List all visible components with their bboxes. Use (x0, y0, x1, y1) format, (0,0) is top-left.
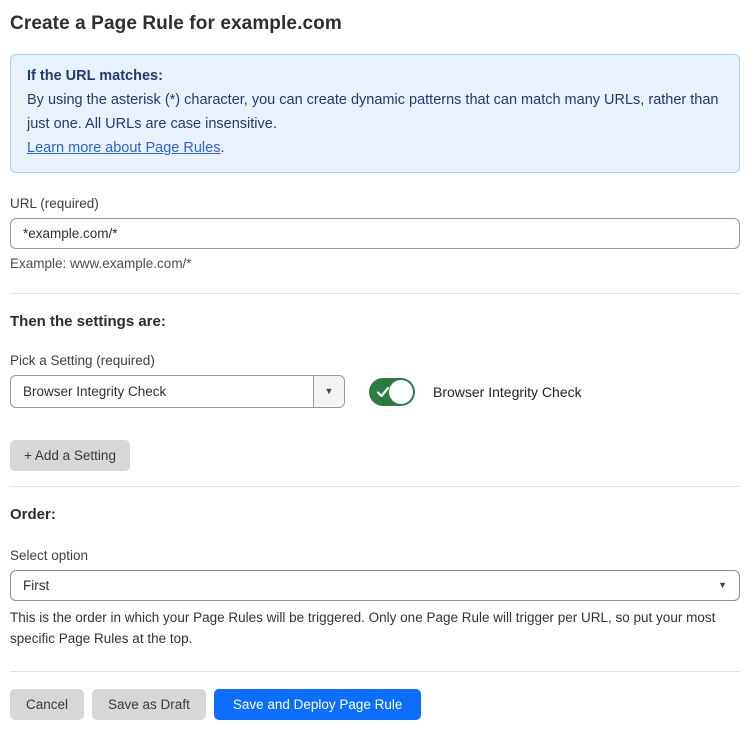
pick-setting-label: Pick a Setting (required) (10, 353, 740, 368)
order-select[interactable]: First ▼ (10, 570, 740, 601)
toggle-knob (389, 380, 413, 404)
order-select-label: Select option (10, 548, 740, 563)
setting-select-value: Browser Integrity Check (11, 376, 313, 407)
info-box-heading: If the URL matches: (27, 64, 723, 88)
order-select-value: First (11, 578, 718, 593)
save-draft-button[interactable]: Save as Draft (92, 689, 206, 720)
cancel-button[interactable]: Cancel (10, 689, 84, 720)
browser-integrity-toggle[interactable] (369, 378, 415, 406)
learn-more-link[interactable]: Learn more about Page Rules (27, 140, 220, 156)
divider (10, 293, 740, 294)
setting-row: Browser Integrity Check ▼ Browser Integr… (10, 375, 740, 408)
divider (10, 486, 740, 487)
link-suffix: . (220, 140, 224, 156)
info-box-link-line: Learn more about Page Rules. (27, 136, 723, 160)
check-icon (377, 386, 389, 398)
order-section-heading: Order: (10, 506, 740, 523)
page-title: Create a Page Rule for example.com (10, 13, 740, 35)
add-setting-button[interactable]: + Add a Setting (10, 440, 130, 471)
order-help-text: This is the order in which your Page Rul… (10, 607, 734, 649)
setting-select-arrow-button[interactable]: ▼ (313, 376, 344, 407)
url-input[interactable] (10, 218, 740, 249)
divider (10, 671, 740, 672)
footer-actions: Cancel Save as Draft Save and Deploy Pag… (10, 689, 740, 720)
chevron-down-icon: ▼ (325, 387, 334, 396)
toggle-label: Browser Integrity Check (433, 384, 582, 400)
page-rule-form: Create a Page Rule for example.com If th… (0, 13, 750, 720)
chevron-down-icon: ▼ (718, 581, 727, 590)
url-example-text: Example: www.example.com/* (10, 256, 740, 271)
settings-section-heading: Then the settings are: (10, 313, 740, 330)
url-match-info-box: If the URL matches: By using the asteris… (10, 54, 740, 173)
info-box-body: By using the asterisk (*) character, you… (27, 88, 723, 136)
setting-select[interactable]: Browser Integrity Check ▼ (10, 375, 345, 408)
url-field-label: URL (required) (10, 196, 740, 211)
save-deploy-button[interactable]: Save and Deploy Page Rule (214, 689, 422, 720)
